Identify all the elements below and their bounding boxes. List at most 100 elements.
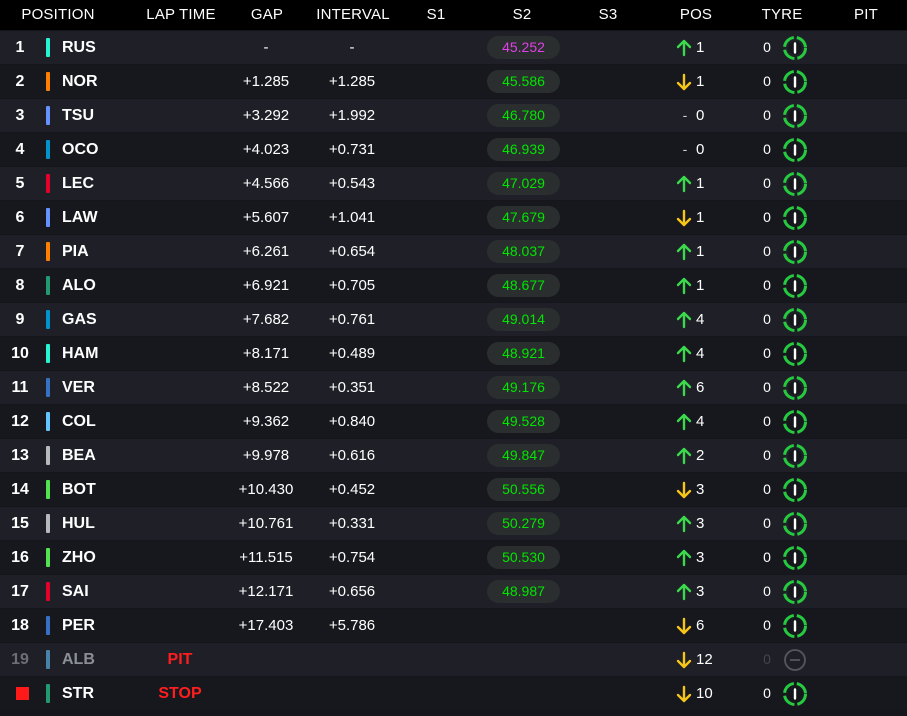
driver-code[interactable]: ZHO bbox=[62, 541, 122, 574]
position-change-value: 3 bbox=[696, 549, 705, 566]
table-row[interactable]: 6 LAW +5.607 +1.041 47.679 1 0 bbox=[0, 201, 907, 234]
sector2-time: 48.921 bbox=[487, 342, 560, 365]
sector2-time: 47.029 bbox=[487, 172, 560, 195]
position-number: 7 bbox=[15, 243, 25, 260]
table-row[interactable]: 8 ALO +6.921 +0.705 48.677 1 0 bbox=[0, 269, 907, 302]
header-interval[interactable]: INTERVAL bbox=[308, 0, 398, 30]
table-row[interactable]: 17 SAI +12.171 +0.656 48.987 3 0 bbox=[0, 575, 907, 608]
header-tyre[interactable]: TYRE bbox=[754, 0, 810, 30]
driver-code[interactable]: PER bbox=[62, 609, 122, 642]
tyre-age: 0 bbox=[763, 39, 771, 55]
arrow-down-icon bbox=[676, 685, 692, 703]
position-number: 17 bbox=[11, 583, 29, 600]
arrow-down-icon bbox=[676, 651, 692, 669]
arrow-up-icon bbox=[676, 447, 692, 465]
table-row[interactable]: 5 LEC +4.566 +0.543 47.029 1 0 bbox=[0, 167, 907, 200]
table-row[interactable]: 3 TSU +3.292 +1.992 46.780-0 0 bbox=[0, 99, 907, 132]
team-color-bar bbox=[46, 242, 50, 261]
interval-value: +1.041 bbox=[328, 209, 376, 226]
position-change-value: 3 bbox=[696, 583, 705, 600]
driver-code[interactable]: OCO bbox=[62, 133, 122, 166]
table-row[interactable]: 11 VER +8.522 +0.351 49.176 6 0 bbox=[0, 371, 907, 404]
team-color-bar bbox=[46, 310, 50, 329]
driver-code[interactable]: RUS bbox=[62, 31, 122, 64]
table-header: POSITION LAP TIME GAP INTERVAL S1 S2 S3 … bbox=[0, 0, 907, 30]
hard-tyre-icon bbox=[783, 36, 807, 60]
driver-code[interactable]: LAW bbox=[62, 201, 122, 234]
team-color-bar bbox=[46, 174, 50, 193]
interval-value: +0.616 bbox=[328, 447, 376, 464]
driver-code[interactable]: ALO bbox=[62, 269, 122, 302]
position-number: 5 bbox=[15, 175, 25, 192]
interval-value: +5.786 bbox=[328, 617, 376, 634]
driver-code[interactable]: TSU bbox=[62, 99, 122, 132]
gap-value: +9.978 bbox=[242, 447, 290, 464]
driver-code[interactable]: HUL bbox=[62, 507, 122, 540]
position-change-value: 3 bbox=[696, 481, 705, 498]
sector2-time: 48.677 bbox=[487, 274, 560, 297]
table-row[interactable]: 2 NOR +1.285 +1.285 45.586 1 0 bbox=[0, 65, 907, 98]
driver-code[interactable]: LEC bbox=[62, 167, 122, 200]
interval-value: +0.489 bbox=[328, 345, 376, 362]
table-row[interactable]: 16 ZHO +11.515 +0.754 50.530 3 0 bbox=[0, 541, 907, 574]
tyre-age: 0 bbox=[763, 481, 771, 497]
gap-value: +4.566 bbox=[242, 175, 290, 192]
header-pos[interactable]: POS bbox=[672, 0, 720, 30]
header-pit[interactable]: PIT bbox=[848, 0, 884, 30]
sector2-time: 46.939 bbox=[487, 138, 560, 161]
header-s2[interactable]: S2 bbox=[502, 0, 542, 30]
table-row[interactable]: 4 OCO +4.023 +0.731 46.939-0 0 bbox=[0, 133, 907, 166]
position-change-value: 1 bbox=[696, 73, 705, 90]
tyre-age: 0 bbox=[763, 243, 771, 259]
table-row[interactable]: 12 COL +9.362 +0.840 49.528 4 0 bbox=[0, 405, 907, 438]
tyre-age: 0 bbox=[763, 175, 771, 191]
driver-code[interactable]: COL bbox=[62, 405, 122, 438]
hard-tyre-icon bbox=[783, 274, 807, 298]
position-number: 13 bbox=[11, 447, 29, 464]
driver-code[interactable]: PIA bbox=[62, 235, 122, 268]
header-gap[interactable]: GAP bbox=[236, 0, 298, 30]
driver-code[interactable]: GAS bbox=[62, 303, 122, 336]
driver-code[interactable]: BEA bbox=[62, 439, 122, 472]
position-change-value: 6 bbox=[696, 379, 705, 396]
table-row[interactable]: 1 RUS - - 45.252 1 0 bbox=[0, 31, 907, 64]
arrow-up-icon bbox=[676, 345, 692, 363]
driver-code[interactable]: VER bbox=[62, 371, 122, 404]
header-lap-time[interactable]: LAP TIME bbox=[136, 0, 226, 30]
driver-code[interactable]: ALB bbox=[62, 643, 122, 676]
arrow-up-icon bbox=[676, 175, 692, 193]
tyre-age: 0 bbox=[763, 73, 771, 89]
driver-code[interactable]: HAM bbox=[62, 337, 122, 370]
position-change-value: 1 bbox=[696, 277, 705, 294]
header-s1[interactable]: S1 bbox=[416, 0, 456, 30]
driver-code[interactable]: NOR bbox=[62, 65, 122, 98]
sector2-time: 50.530 bbox=[487, 546, 560, 569]
table-row[interactable]: 13 BEA +9.978 +0.616 49.847 2 0 bbox=[0, 439, 907, 472]
driver-code[interactable]: BOT bbox=[62, 473, 122, 506]
gap-value: +7.682 bbox=[242, 311, 290, 328]
table-row[interactable]: 14 BOT +10.430 +0.452 50.556 3 0 bbox=[0, 473, 907, 506]
table-row[interactable]: STR STOP 10 0 bbox=[0, 677, 907, 710]
team-color-bar bbox=[46, 344, 50, 363]
sector2-time: 45.586 bbox=[487, 70, 560, 93]
header-position[interactable]: POSITION bbox=[6, 0, 110, 30]
arrow-down-icon bbox=[676, 209, 692, 227]
position-number: 18 bbox=[11, 617, 29, 634]
arrow-up-icon bbox=[676, 39, 692, 57]
table-row[interactable]: 7 PIA +6.261 +0.654 48.037 1 0 bbox=[0, 235, 907, 268]
hard-tyre-icon bbox=[783, 444, 807, 468]
driver-code[interactable]: SAI bbox=[62, 575, 122, 608]
team-color-bar bbox=[46, 582, 50, 601]
interval-value: +0.754 bbox=[328, 549, 376, 566]
driver-code[interactable]: STR bbox=[62, 677, 122, 710]
table-row[interactable]: 15 HUL +10.761 +0.331 50.279 3 0 bbox=[0, 507, 907, 540]
table-row[interactable]: 18 PER +17.403 +5.786 6 0 bbox=[0, 609, 907, 642]
table-row[interactable]: 10 HAM +8.171 +0.489 48.921 4 0 bbox=[0, 337, 907, 370]
arrow-up-icon bbox=[676, 379, 692, 397]
tyre-age: 0 bbox=[763, 345, 771, 361]
header-s3[interactable]: S3 bbox=[588, 0, 628, 30]
sector2-time: 50.556 bbox=[487, 478, 560, 501]
table-row[interactable]: 19 ALB PIT 12 0 bbox=[0, 643, 907, 676]
table-row[interactable]: 9 GAS +7.682 +0.761 49.014 4 0 bbox=[0, 303, 907, 336]
hard-tyre-icon bbox=[783, 70, 807, 94]
